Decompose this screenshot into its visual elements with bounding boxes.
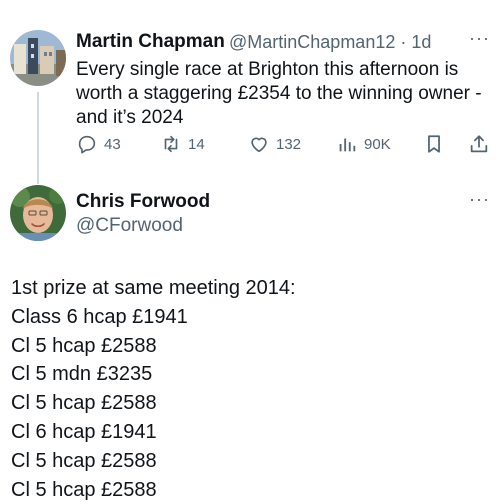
more-options-button[interactable]: ··· <box>469 28 490 49</box>
author-handle-time[interactable]: @MartinChapman12 · 1d <box>229 32 431 53</box>
like-count: 132 <box>276 135 302 153</box>
like-button[interactable]: 132 <box>248 133 301 155</box>
share-button[interactable] <box>468 133 490 155</box>
author-handle[interactable]: @CForwood <box>76 215 183 237</box>
more-options-button[interactable]: ··· <box>469 189 490 210</box>
reply-count: 43 <box>104 135 121 153</box>
bookmark-icon <box>428 135 440 153</box>
thread-line <box>37 92 39 184</box>
tweet-text-line: Every single race at Brighton this after… <box>76 59 459 80</box>
tweet-text: 1st prize at same meeting 2014: Class 6 … <box>11 274 296 504</box>
views-count: 90K <box>364 135 391 153</box>
tweet-text-line: Class 6 hcap £1941 <box>11 305 188 328</box>
share-icon <box>470 135 488 153</box>
like-icon <box>251 137 267 153</box>
tweet-text-line: 1st prize at same meeting 2014: <box>11 277 296 299</box>
tweet-text: Every single race at Brighton this after… <box>76 58 486 130</box>
views-icon <box>339 138 356 152</box>
tweet-text-line: Cl 5 hcap £2588 <box>11 334 157 357</box>
tweet-text-line: worth a staggering £2354 to the winning … <box>76 83 482 104</box>
avatar-chris-forwood[interactable] <box>10 185 66 241</box>
author-name[interactable]: Martin Chapman <box>76 31 225 53</box>
repost-button[interactable]: 14 <box>160 133 205 155</box>
avatar-image <box>10 30 66 86</box>
repost-count: 14 <box>188 135 205 153</box>
tweet-text-line: Cl 6 hcap £1941 <box>11 420 157 443</box>
bookmark-button[interactable] <box>423 133 445 155</box>
tweet-text-line: and it’s 2024 <box>76 107 184 128</box>
author-name[interactable]: Chris Forwood <box>76 191 210 213</box>
reply-icon <box>78 135 96 154</box>
reply-button[interactable]: 43 <box>76 133 121 155</box>
avatar-image <box>10 185 66 241</box>
views-button[interactable]: 90K <box>336 133 391 155</box>
tweet-text-line: Cl 5 hcap £2588 <box>11 449 157 472</box>
tweet-text-line: Cl 5 hcap £2588 <box>11 392 157 415</box>
repost-icon <box>164 135 178 153</box>
tweet-text-line: Cl 5 mdn £3235 <box>11 363 153 386</box>
avatar-martin-chapman[interactable] <box>10 30 66 86</box>
